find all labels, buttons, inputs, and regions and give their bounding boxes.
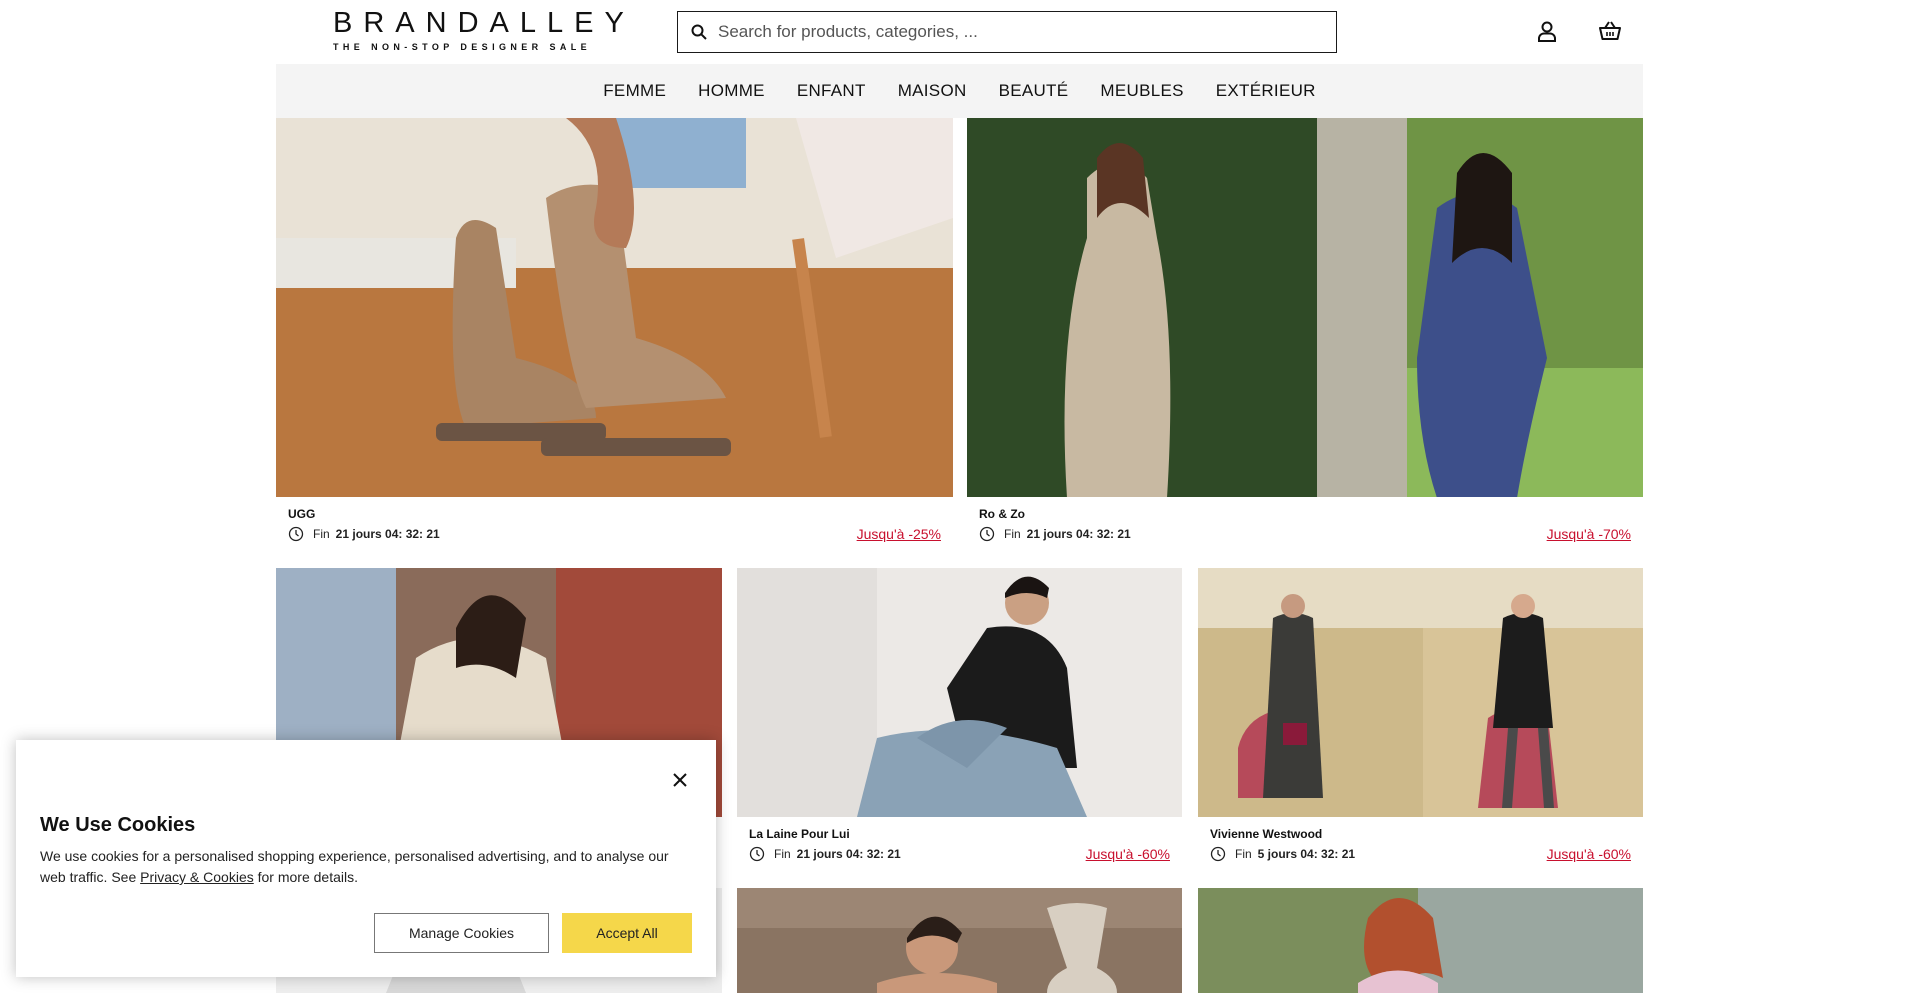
search-icon (691, 24, 707, 40)
sale-timer: Fin 21 jours 04: 32: 21 (749, 846, 901, 862)
clock-icon (1210, 846, 1226, 862)
sale-image-ugg-boots[interactable] (276, 118, 953, 497)
clock-icon (749, 846, 765, 862)
timer-label: Fin (774, 847, 791, 861)
cookie-text-after: for more details. (253, 869, 358, 885)
basket-icon[interactable] (1598, 20, 1622, 42)
nav-item-maison[interactable]: MAISON (882, 81, 983, 101)
sale-brand: La Laine Pour Lui (749, 827, 850, 841)
sale-info: Vivienne Westwood Fin 5 jours 04: 32: 21… (1198, 817, 1643, 873)
close-icon[interactable] (668, 768, 692, 792)
sale-image-vivienne-westwood[interactable] (1198, 568, 1643, 817)
nav-item-femme[interactable]: FEMME (587, 81, 682, 101)
nav-item-homme[interactable]: HOMME (682, 81, 781, 101)
sale-image-bottom-middle[interactable] (737, 888, 1182, 993)
user-account-icon[interactable] (1536, 20, 1558, 42)
timer-value: 5 jours 04: 32: 21 (1257, 847, 1356, 861)
sale-tile-ugg[interactable]: UGG Fin 21 jours 04: 32: 21 Jusqu'à -25% (276, 118, 953, 553)
sale-discount-link[interactable]: Jusqu'à -25% (857, 526, 941, 542)
sale-discount-link[interactable]: Jusqu'à -60% (1547, 846, 1631, 862)
accept-all-button[interactable]: Accept All (562, 913, 692, 953)
logo-main-text: BRANDALLEY (333, 7, 635, 39)
sale-discount-link[interactable]: Jusqu'à -70% (1547, 526, 1631, 542)
site-header: BRANDALLEY THE NON-STOP DESIGNER SALE (0, 0, 1920, 64)
timer-label: Fin (1235, 847, 1252, 861)
nav-item-beaute[interactable]: BEAUTÉ (983, 81, 1085, 101)
sale-info: Ro & Zo Fin 21 jours 04: 32: 21 Jusqu'à … (967, 497, 1643, 553)
timer-value: 21 jours 04: 32: 21 (796, 847, 901, 861)
sale-tile-vivienne-westwood[interactable]: Vivienne Westwood Fin 5 jours 04: 32: 21… (1198, 568, 1643, 873)
search-box[interactable] (677, 11, 1337, 53)
sale-brand: Vivienne Westwood (1210, 827, 1323, 841)
manage-cookies-button[interactable]: Manage Cookies (374, 913, 549, 953)
sale-discount-link[interactable]: Jusqu'à -60% (1086, 846, 1170, 862)
logo-tagline: THE NON-STOP DESIGNER SALE (333, 42, 592, 52)
timer-value: 21 jours 04: 32: 21 (1026, 527, 1131, 541)
sale-image-ro-zo-dresses[interactable] (967, 118, 1643, 497)
privacy-cookies-link[interactable]: Privacy & Cookies (140, 869, 254, 885)
timer-label: Fin (313, 527, 330, 541)
sale-brand: UGG (288, 507, 316, 521)
clock-icon (979, 526, 995, 542)
sale-tile-ro-zo[interactable]: Ro & Zo Fin 21 jours 04: 32: 21 Jusqu'à … (967, 118, 1643, 553)
nav-item-exterieur[interactable]: EXTÉRIEUR (1200, 81, 1332, 101)
sale-tile-la-laine-pour-lui[interactable]: La Laine Pour Lui Fin 21 jours 04: 32: 2… (737, 568, 1182, 873)
clock-icon (288, 526, 304, 542)
search-input[interactable] (718, 22, 1318, 42)
sale-tile-bottom-right[interactable] (1198, 888, 1643, 993)
cookie-consent-dialog: We Use Cookies We use cookies for a pers… (16, 740, 716, 977)
sale-image-la-laine-pour-lui[interactable] (737, 568, 1182, 817)
brandalley-logo[interactable]: BRANDALLEY THE NON-STOP DESIGNER SALE (333, 7, 635, 58)
sale-timer: Fin 21 jours 04: 32: 21 (979, 526, 1131, 542)
sale-image-bottom-right[interactable] (1198, 888, 1643, 993)
cookie-title: We Use Cookies (40, 814, 196, 836)
sale-timer: Fin 21 jours 04: 32: 21 (288, 526, 440, 542)
main-navigation: FEMME HOMME ENFANT MAISON BEAUTÉ MEUBLES… (276, 64, 1643, 118)
sale-info: La Laine Pour Lui Fin 21 jours 04: 32: 2… (737, 817, 1182, 873)
sale-brand: Ro & Zo (979, 507, 1025, 521)
cookie-description: We use cookies for a personalised shoppi… (40, 846, 690, 888)
sale-timer: Fin 5 jours 04: 32: 21 (1210, 846, 1355, 862)
sale-info: UGG Fin 21 jours 04: 32: 21 Jusqu'à -25% (276, 497, 953, 553)
nav-item-meubles[interactable]: MEUBLES (1084, 81, 1199, 101)
timer-label: Fin (1004, 527, 1021, 541)
sale-tile-bottom-middle[interactable] (737, 888, 1182, 993)
nav-item-enfant[interactable]: ENFANT (781, 81, 882, 101)
timer-value: 21 jours 04: 32: 21 (335, 527, 440, 541)
